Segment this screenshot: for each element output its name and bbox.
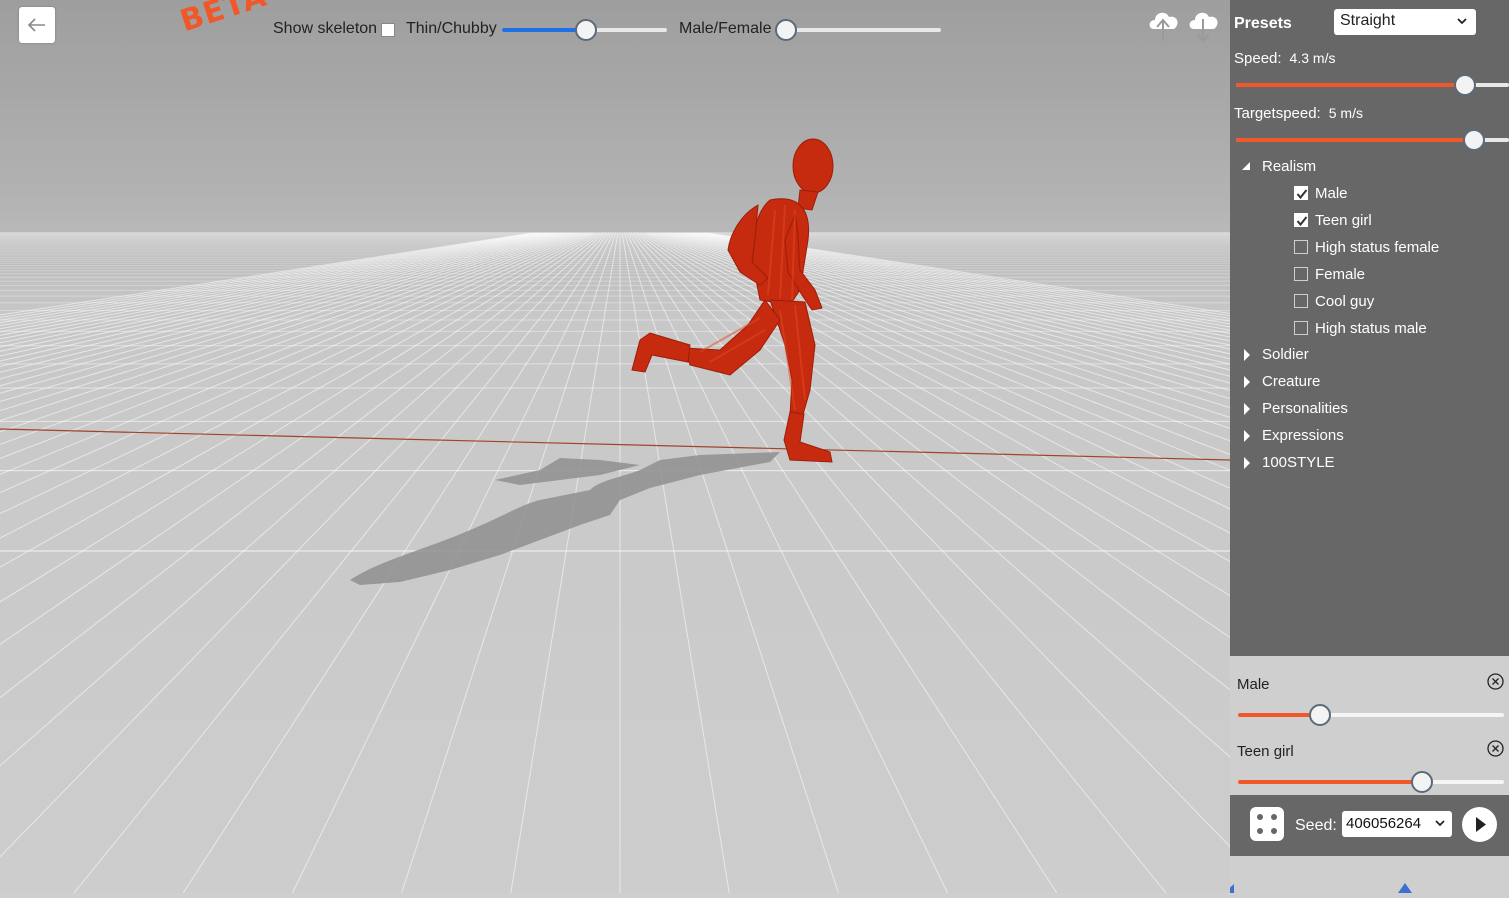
mixer-weight-slider-knob[interactable]	[1309, 704, 1332, 726]
show-skeleton-label: Show skeleton	[273, 20, 378, 37]
targetspeed-label: Targetspeed: 5 m/s	[1234, 105, 1363, 122]
check-icon	[1296, 216, 1308, 227]
tree-group-100style[interactable]: 100STYLE	[1230, 454, 1509, 474]
preset-item-label: Cool guy	[1315, 293, 1375, 310]
preset-item-cool-guy[interactable]: Cool guy	[1294, 293, 1494, 313]
targetspeed-unit: m/s	[1340, 105, 1363, 121]
preset-item-teen-girl[interactable]: Teen girl	[1294, 212, 1379, 232]
thin-chubby-label: Thin/Chubby	[406, 20, 497, 37]
right-panel: Presets Straight Speed: 4.3 m/s Targetspe…	[1230, 0, 1509, 856]
checkbox-unchecked[interactable]	[1294, 240, 1308, 254]
tree-group-label: Realism	[1262, 158, 1317, 175]
checkbox-unchecked[interactable]	[1294, 267, 1308, 281]
tree-group-creature[interactable]: Creature	[1230, 373, 1509, 393]
mixer-weight-slider[interactable]	[1238, 704, 1504, 726]
caret-right-icon	[1244, 376, 1250, 388]
checkbox-unchecked[interactable]	[1294, 294, 1308, 308]
checkbox-unchecked[interactable]	[1294, 321, 1308, 335]
seed-input[interactable]: 406056264	[1342, 811, 1452, 837]
preset-item-male[interactable]: Male	[1294, 185, 1354, 205]
mixer-weight-slider[interactable]	[1238, 771, 1504, 793]
tree-group-expressions[interactable]: Expressions	[1230, 427, 1509, 447]
dice-icon[interactable]	[1250, 807, 1284, 841]
character-shadow	[350, 452, 780, 585]
check-icon	[1296, 189, 1308, 200]
thin-chubby-slider[interactable]	[502, 19, 667, 41]
preset-item-label: High status male	[1315, 320, 1427, 337]
chevron-down-icon	[1435, 820, 1445, 827]
back-button[interactable]	[19, 7, 55, 43]
presets-select[interactable]: Straight	[1334, 9, 1476, 35]
seed-label: Seed:	[1295, 817, 1337, 834]
male-female-label: Male/Female	[679, 20, 772, 37]
caret-right-icon	[1244, 403, 1250, 415]
speed-slider[interactable]	[1236, 74, 1509, 96]
ground-axis-line	[0, 428, 1230, 461]
caret-right-icon	[1244, 349, 1250, 361]
speed-slider-knob[interactable]	[1454, 74, 1477, 96]
preset-item-female[interactable]: Female	[1294, 266, 1494, 286]
targetspeed-label-text: Targetspeed:	[1234, 105, 1321, 122]
mixer-weight-slider-knob[interactable]	[1410, 771, 1433, 793]
cloud-download-icon[interactable]	[1186, 5, 1222, 43]
panel-bottom-strip	[1224, 856, 1509, 893]
tree-group-label: Expressions	[1262, 427, 1344, 444]
caret-down-icon	[1242, 162, 1250, 170]
male-female-slider[interactable]	[775, 19, 941, 41]
preset-item-label: Female	[1315, 266, 1366, 283]
scene-canvas	[0, 138, 1230, 893]
3d-viewport[interactable]: BETA Show skeleton Thin/Chubby Male/Fema…	[0, 0, 1230, 893]
preset-item-label: Male	[1315, 185, 1348, 202]
checkbox-checked[interactable]	[1294, 186, 1308, 200]
tree-group-label: Personalities	[1262, 400, 1348, 417]
mixer-item-label: Male	[1237, 676, 1270, 693]
mixer-item-label: Teen girl	[1237, 743, 1294, 760]
chevron-down-icon	[1457, 18, 1467, 25]
tree-group-label: 100STYLE	[1262, 454, 1335, 471]
tree-group-label: Soldier	[1262, 346, 1309, 363]
play-button[interactable]	[1462, 807, 1497, 842]
tree-group-personalities[interactable]: Personalities	[1230, 400, 1509, 420]
targetspeed-slider[interactable]	[1236, 129, 1509, 151]
show-skeleton-checkbox[interactable]	[381, 23, 395, 37]
play-icon	[1476, 817, 1486, 832]
caret-right-icon	[1244, 430, 1250, 442]
seed-value: 406056264	[1346, 815, 1422, 832]
ground-grid	[0, 231, 1230, 893]
tree-group-soldier[interactable]: Soldier	[1230, 346, 1509, 366]
targetspeed-value: 5	[1328, 105, 1337, 121]
close-circle-icon[interactable]	[1487, 673, 1504, 690]
speed-value: 4.3	[1289, 50, 1310, 66]
preset-item-label: Teen girl	[1315, 212, 1372, 229]
tree-group-realism[interactable]: Realism	[1230, 158, 1509, 178]
male-female-slider-knob[interactable]	[775, 19, 797, 41]
back-arrow-icon	[27, 18, 45, 32]
speed-unit: m/s	[1312, 50, 1336, 66]
thin-chubby-slider-knob[interactable]	[575, 19, 598, 41]
presets-selected-value: Straight	[1340, 12, 1396, 29]
axis-gizmo-icon	[1224, 883, 1412, 893]
targetspeed-slider-knob[interactable]	[1462, 129, 1485, 151]
tree-group-label: Creature	[1262, 373, 1321, 390]
preset-item-high-status-female[interactable]: High status female	[1294, 239, 1494, 259]
presets-title: Presets	[1234, 15, 1292, 32]
preset-item-label: High status female	[1315, 239, 1440, 256]
checkbox-checked[interactable]	[1294, 213, 1308, 227]
caret-right-icon	[1244, 457, 1250, 469]
close-circle-icon[interactable]	[1487, 740, 1504, 757]
speed-label-text: Speed:	[1234, 50, 1282, 67]
speed-label: Speed: 4.3 m/s	[1234, 50, 1335, 67]
preset-item-high-status-male[interactable]: High status male	[1294, 320, 1494, 340]
seed-bar: Seed: 406056264	[1230, 795, 1509, 856]
preset-mixer: Male Teen girl	[1230, 656, 1509, 795]
cloud-upload-icon[interactable]	[1146, 5, 1182, 43]
